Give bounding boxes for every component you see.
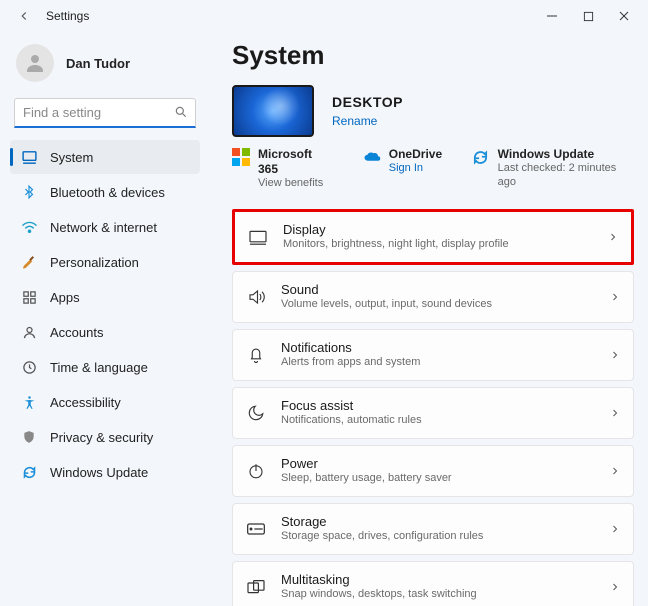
status-m365[interactable]: Microsoft 365 View benefits [232, 147, 333, 191]
sidebar-item-label: Apps [50, 290, 80, 305]
bell-icon [245, 346, 267, 364]
card-focus[interactable]: Focus assist Notifications, automatic ru… [232, 387, 634, 439]
card-storage[interactable]: Storage Storage space, drives, configura… [232, 503, 634, 555]
sidebar-item-bluetooth[interactable]: Bluetooth & devices [10, 175, 200, 209]
sidebar-item-accessibility[interactable]: Accessibility [10, 385, 200, 419]
sidebar-item-label: System [50, 150, 93, 165]
device-hero: DESKTOP Rename [232, 85, 634, 137]
main-panel: System DESKTOP Rename Microsoft 365 View… [210, 32, 648, 606]
sidebar-item-label: Bluetooth & devices [50, 185, 165, 200]
titlebar: Settings [0, 0, 648, 32]
shield-icon [20, 428, 38, 446]
minimize-button[interactable] [534, 0, 570, 32]
sidebar-item-personalization[interactable]: Personalization [10, 245, 200, 279]
card-title: Storage [281, 514, 595, 530]
sidebar-item-label: Privacy & security [50, 430, 153, 445]
sidebar: Dan Tudor System Bluetooth & devices [0, 32, 210, 606]
card-sound[interactable]: Sound Volume levels, output, input, soun… [232, 271, 634, 323]
wallpaper-thumb [232, 85, 314, 137]
sidebar-item-system[interactable]: System [10, 140, 200, 174]
status-update[interactable]: Windows Update Last checked: 2 minutes a… [472, 147, 634, 191]
search-icon [174, 105, 188, 119]
sidebar-item-privacy[interactable]: Privacy & security [10, 420, 200, 454]
multitask-icon [245, 579, 267, 595]
wifi-icon [20, 218, 38, 236]
power-icon [245, 462, 267, 480]
card-multitasking[interactable]: Multitasking Snap windows, desktops, tas… [232, 561, 634, 606]
chevron-right-icon [609, 523, 621, 535]
update-status-icon [472, 148, 490, 166]
search-input[interactable] [14, 98, 196, 128]
sidebar-item-label: Accounts [50, 325, 103, 340]
card-title: Power [281, 456, 595, 472]
status-title: OneDrive [389, 147, 442, 162]
apps-icon [20, 288, 38, 306]
accounts-icon [20, 323, 38, 341]
card-sub: Sleep, battery usage, battery saver [281, 472, 595, 486]
status-onedrive[interactable]: OneDrive Sign In [363, 147, 442, 191]
onedrive-icon [363, 148, 381, 166]
card-title: Notifications [281, 340, 595, 356]
card-sub: Monitors, brightness, night light, displ… [283, 238, 593, 252]
chevron-right-icon [609, 465, 621, 477]
chevron-right-icon [609, 407, 621, 419]
brush-icon [20, 253, 38, 271]
card-title: Multitasking [281, 572, 595, 588]
moon-icon [245, 404, 267, 422]
account-block[interactable]: Dan Tudor [10, 32, 200, 96]
sidebar-nav: System Bluetooth & devices Network & int… [10, 140, 200, 489]
card-power[interactable]: Power Sleep, battery usage, battery save… [232, 445, 634, 497]
sidebar-item-time[interactable]: Time & language [10, 350, 200, 384]
sidebar-item-network[interactable]: Network & internet [10, 210, 200, 244]
status-sub: Last checked: 2 minutes ago [498, 162, 634, 190]
settings-cards: Display Monitors, brightness, night ligh… [232, 209, 634, 606]
sidebar-item-apps[interactable]: Apps [10, 280, 200, 314]
update-icon [20, 463, 38, 481]
chevron-right-icon [609, 581, 621, 593]
card-title: Focus assist [281, 398, 595, 414]
status-title: Windows Update [498, 147, 634, 162]
chevron-right-icon [609, 349, 621, 361]
sidebar-item-label: Personalization [50, 255, 139, 270]
card-notifications[interactable]: Notifications Alerts from apps and syste… [232, 329, 634, 381]
system-icon [20, 148, 38, 166]
card-display[interactable]: Display Monitors, brightness, night ligh… [232, 209, 634, 265]
status-title: Microsoft 365 [258, 147, 333, 177]
accessibility-icon [20, 393, 38, 411]
chevron-right-icon [607, 231, 619, 243]
card-sub: Snap windows, desktops, task switching [281, 588, 595, 602]
display-icon [247, 229, 269, 245]
microsoft-icon [232, 148, 250, 166]
device-name: DESKTOP [332, 94, 403, 110]
bluetooth-icon [20, 183, 38, 201]
sidebar-item-label: Windows Update [50, 465, 148, 480]
card-title: Display [283, 222, 593, 238]
sidebar-item-label: Network & internet [50, 220, 157, 235]
avatar [16, 44, 54, 82]
sound-icon [245, 288, 267, 306]
close-button[interactable] [606, 0, 642, 32]
clock-icon [20, 358, 38, 376]
chevron-right-icon [609, 291, 621, 303]
card-sub: Storage space, drives, configuration rul… [281, 530, 595, 544]
search-wrap [14, 98, 196, 128]
card-title: Sound [281, 282, 595, 298]
sidebar-item-label: Time & language [50, 360, 148, 375]
sidebar-item-update[interactable]: Windows Update [10, 455, 200, 489]
sidebar-item-accounts[interactable]: Accounts [10, 315, 200, 349]
card-sub: Volume levels, output, input, sound devi… [281, 298, 595, 312]
maximize-button[interactable] [570, 0, 606, 32]
window-title: Settings [46, 9, 89, 23]
rename-link[interactable]: Rename [332, 114, 403, 128]
card-sub: Alerts from apps and system [281, 356, 595, 370]
status-sub: Sign In [389, 162, 442, 176]
back-button[interactable] [6, 0, 42, 32]
status-sub: View benefits [258, 177, 333, 191]
sidebar-item-label: Accessibility [50, 395, 121, 410]
page-title: System [232, 40, 634, 71]
status-row: Microsoft 365 View benefits OneDrive Sig… [232, 147, 634, 191]
account-name: Dan Tudor [66, 56, 130, 71]
storage-icon [245, 522, 267, 536]
card-sub: Notifications, automatic rules [281, 414, 595, 428]
